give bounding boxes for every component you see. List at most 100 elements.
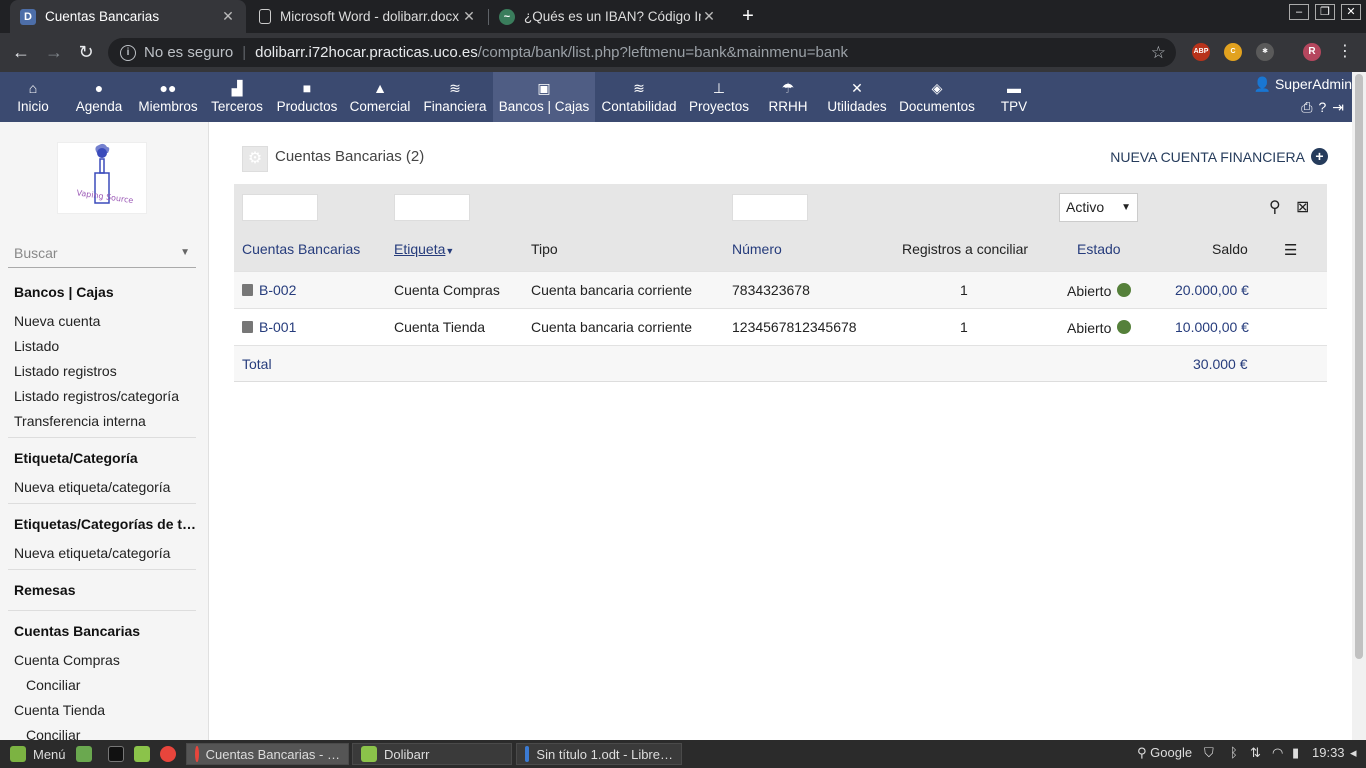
account-balance[interactable]: 10.000,00 € [1175,319,1249,335]
menu-proyectos[interactable]: ⊥ Proyectos [684,72,754,122]
col-numero[interactable]: Número [732,241,782,257]
menu-inicio[interactable]: ⌂ Inicio [2,72,64,122]
info-icon[interactable]: i [120,44,136,61]
restore-window-icon[interactable]: ❐ [1315,4,1335,20]
leftmenu-conciliar-compras[interactable]: Conciliar [26,677,80,693]
taskbar-window-chrome[interactable]: Cuentas Bancarias - … [186,743,349,765]
filter-label-input[interactable] [394,194,470,221]
leftmenu-tag-header[interactable]: Etiqueta/Categoría [14,450,138,466]
print-icon[interactable]: ⎙ [1301,99,1318,115]
leftmenu-conciliar-tienda[interactable]: Conciliar [26,727,80,740]
left-menu-search[interactable]: Buscar ▼ [8,242,196,268]
remove-filter-icon[interactable]: ⊠ [1296,197,1309,217]
security-label: No es seguro [144,44,234,61]
leftmenu-nueva-etiqueta[interactable]: Nueva etiqueta/categoría [14,479,170,495]
browser-menu-icon[interactable]: ⋮ [1334,41,1356,63]
user-login[interactable]: 👤 SuperAdmin [1254,76,1352,93]
extension-icon[interactable]: ✱ [1256,43,1274,61]
help-icon[interactable]: ? [1318,99,1332,115]
col-etiqueta[interactable]: Etiqueta▼ [394,241,454,257]
menu-miembros[interactable]: ●● Miembros [134,72,202,122]
leftmenu-account-compras[interactable]: Cuenta Compras [14,652,120,668]
menu-comercial[interactable]: ▲ Comercial [346,72,414,122]
leftmenu-listado[interactable]: Listado [14,338,59,354]
shield-icon[interactable]: ⛉ [1204,745,1214,761]
leftmenu-listado-registros-categoria[interactable]: Listado registros/categoría [14,388,179,404]
taskbar-window-writer[interactable]: Sin título 1.odt - Libre… [516,743,682,765]
minimize-window-icon[interactable]: – [1289,4,1309,20]
close-window-icon[interactable]: ✕ [1341,4,1361,20]
menu-rrhh[interactable]: ☂ RRHH [762,72,814,122]
browser-toolbar: ← → ↻ i No es seguro | dolibarr.i72hocar… [0,33,1366,72]
leftmenu-accounts-header[interactable]: Cuentas Bancarias [14,623,140,639]
account-ref-link[interactable]: B-001 [242,319,296,335]
tab-word-doc[interactable]: Microsoft Word - dolibarr.docx ✕ [249,0,487,33]
close-tab-icon[interactable]: ✕ [220,8,236,25]
url-path: /compta/bank/list.php?leftmenu=bank&main… [477,44,848,61]
profile-avatar[interactable]: R [1303,43,1321,61]
back-arrow-icon[interactable]: ← [10,41,32,63]
new-tab-button[interactable]: + [736,4,760,28]
col-cuentas-bancarias[interactable]: Cuentas Bancarias [242,241,360,257]
scrollbar-thumb[interactable] [1355,74,1363,659]
adblock-extension-icon[interactable]: ABP [1192,43,1210,61]
leftmenu-account-tienda[interactable]: Cuenta Tienda [14,702,105,718]
bluetooth-icon[interactable]: ᛒ [1230,745,1238,760]
new-account-button[interactable]: NUEVA CUENTA FINANCIERA + [1110,148,1328,165]
bookmark-star-icon[interactable]: ☆ [1151,43,1166,63]
leftmenu-bank-header[interactable]: Bancos | Cajas [14,284,114,300]
leftmenu-transferencia-interna[interactable]: Transferencia interna [14,413,146,429]
to-reconcile-count[interactable]: 1 [960,282,968,298]
notifications-icon[interactable]: ◂ [1350,745,1357,761]
company-logo[interactable]: Vaping Source [57,142,147,214]
menu-productos[interactable]: ■ Productos [272,72,342,122]
forward-arrow-icon[interactable]: → [43,41,65,63]
menu-contabilidad[interactable]: ≋ Contabilidad [600,72,678,122]
account-type: Cuenta bancaria corriente [531,282,693,298]
url-host: dolibarr.i72hocar.practicas.uco.es [255,44,478,61]
page-scrollbar[interactable] [1352,72,1366,740]
account-number: 7834323678 [732,282,810,298]
menu-financiera[interactable]: ≋ Financiera [420,72,490,122]
leftmenu-remesas[interactable]: Remesas [14,582,76,598]
leftmenu-nueva-cuenta[interactable]: Nueva cuenta [14,313,100,329]
status-filter-select[interactable]: Activo ▼ [1059,193,1138,222]
leftmenu-nueva-etiqueta-2[interactable]: Nueva etiqueta/categoría [14,545,170,561]
divider [8,610,196,611]
search-icon[interactable]: ⚲ [1269,197,1281,217]
menu-agenda[interactable]: ● Agenda [70,72,128,122]
start-menu-button[interactable]: Menú [2,743,74,765]
to-reconcile-count[interactable]: 1 [960,319,968,335]
leftmenu-listado-registros[interactable]: Listado registros [14,363,117,379]
search-applet[interactable]: ⚲ Google [1137,745,1192,761]
battery-icon[interactable]: ▮ [1292,745,1299,761]
network-icon[interactable]: ⇅ [1250,745,1261,761]
close-tab-icon[interactable]: ✕ [701,8,717,25]
filter-number-input[interactable] [732,194,808,221]
account-balance[interactable]: 20.000,00 € [1175,282,1249,298]
wifi-icon[interactable]: ◠ [1272,745,1283,761]
os-taskbar: Menú Cuentas Bancarias - … Dolibarr Sin … [0,740,1366,768]
menu-utilidades[interactable]: ✕ Utilidades [824,72,890,122]
coins-icon: ≋ [449,80,461,96]
clock[interactable]: 19:33 [1312,745,1345,760]
col-estado[interactable]: Estado [1077,241,1121,257]
extension-icon[interactable]: C [1224,43,1242,61]
close-tab-icon[interactable]: ✕ [461,8,477,25]
taskbar-window-dolibarr[interactable]: Dolibarr [352,743,512,765]
address-bar[interactable]: i No es seguro | dolibarr.i72hocar.pract… [108,38,1176,67]
account-ref-link[interactable]: B-002 [242,282,296,298]
tab-iban[interactable]: ~ ¿Qués es un IBAN? Código Inter ✕ [489,0,727,33]
tab-cuentas-bancarias[interactable]: D Cuentas Bancarias ✕ [10,0,246,33]
leftmenu-tags2-header[interactable]: Etiquetas/Categorías de t… [14,516,196,532]
menu-bancos-cajas[interactable]: ▣ Bancos | Cajas [493,72,595,122]
menu-tpv[interactable]: ▬ TPV [990,72,1038,122]
bank-icon [242,321,253,333]
menu-terceros[interactable]: ▟ Terceros [208,72,266,122]
column-selector-icon[interactable]: ☰ [1284,241,1297,259]
menu-documentos[interactable]: ◈ Documentos [896,72,978,122]
filter-ref-input[interactable] [242,194,318,221]
cubes-icon: ■ [302,80,312,96]
logout-icon[interactable]: ⇥ [1332,99,1350,115]
reload-icon[interactable]: ↻ [75,41,97,63]
